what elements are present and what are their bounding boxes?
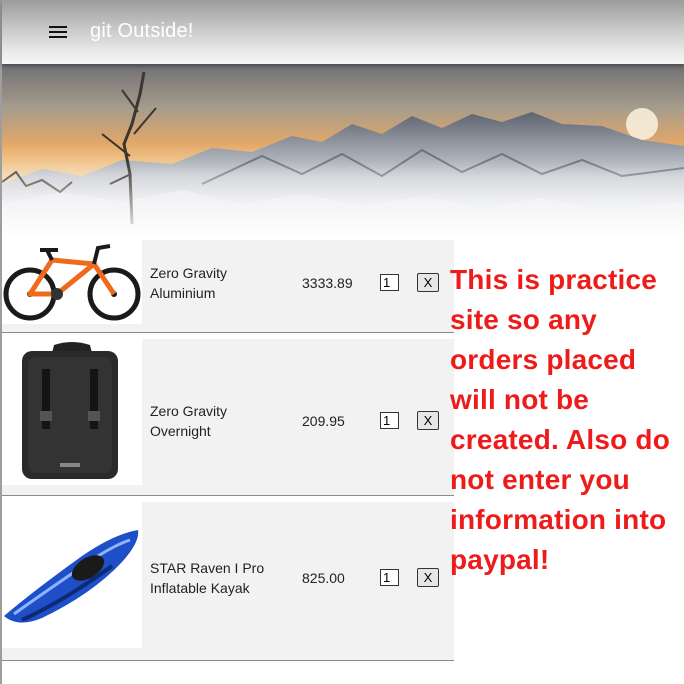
quantity-field[interactable]: [380, 412, 399, 429]
quantity-field[interactable]: [380, 274, 399, 291]
black-backpack-image: [2, 339, 142, 485]
menu-bar-line: [49, 31, 67, 33]
item-name: Zero Gravity Overnight: [150, 403, 228, 439]
item-name: STAR Raven I Pro Inflatable Kayak: [150, 560, 265, 596]
remove-item-button[interactable]: X: [417, 273, 439, 292]
cart-row: Zero Gravity Aluminium 3333.89 X: [2, 238, 454, 332]
cart-row: Zero Gravity Overnight 209.95 X: [2, 339, 454, 495]
cart-list: Zero Gravity Aluminium 3333.89 X Zero Gr…: [2, 238, 454, 661]
row-divider: [2, 660, 454, 661]
remove-item-button[interactable]: X: [417, 411, 439, 430]
quantity-field[interactable]: [380, 569, 399, 586]
mountain-banner-image: [2, 64, 684, 240]
cart-row: STAR Raven I Pro Inflatable Kayak 825.00…: [2, 502, 454, 660]
item-name: Zero Gravity Aluminium: [150, 265, 228, 301]
app-title[interactable]: git Outside!: [90, 20, 194, 43]
remove-item-button[interactable]: X: [417, 568, 439, 587]
app-bar: git Outside!: [2, 0, 684, 64]
item-price: 209.95: [302, 413, 345, 429]
item-price: 3333.89: [302, 275, 353, 291]
menu-bar-line: [49, 26, 67, 28]
hamburger-menu-icon[interactable]: [46, 20, 74, 44]
menu-bar-line: [49, 36, 67, 38]
blue-kayak-image: [2, 502, 142, 648]
item-price: 825.00: [302, 570, 345, 586]
practice-site-notice: This is practice site so any orders plac…: [450, 264, 670, 575]
orange-bike-image: [2, 238, 142, 324]
